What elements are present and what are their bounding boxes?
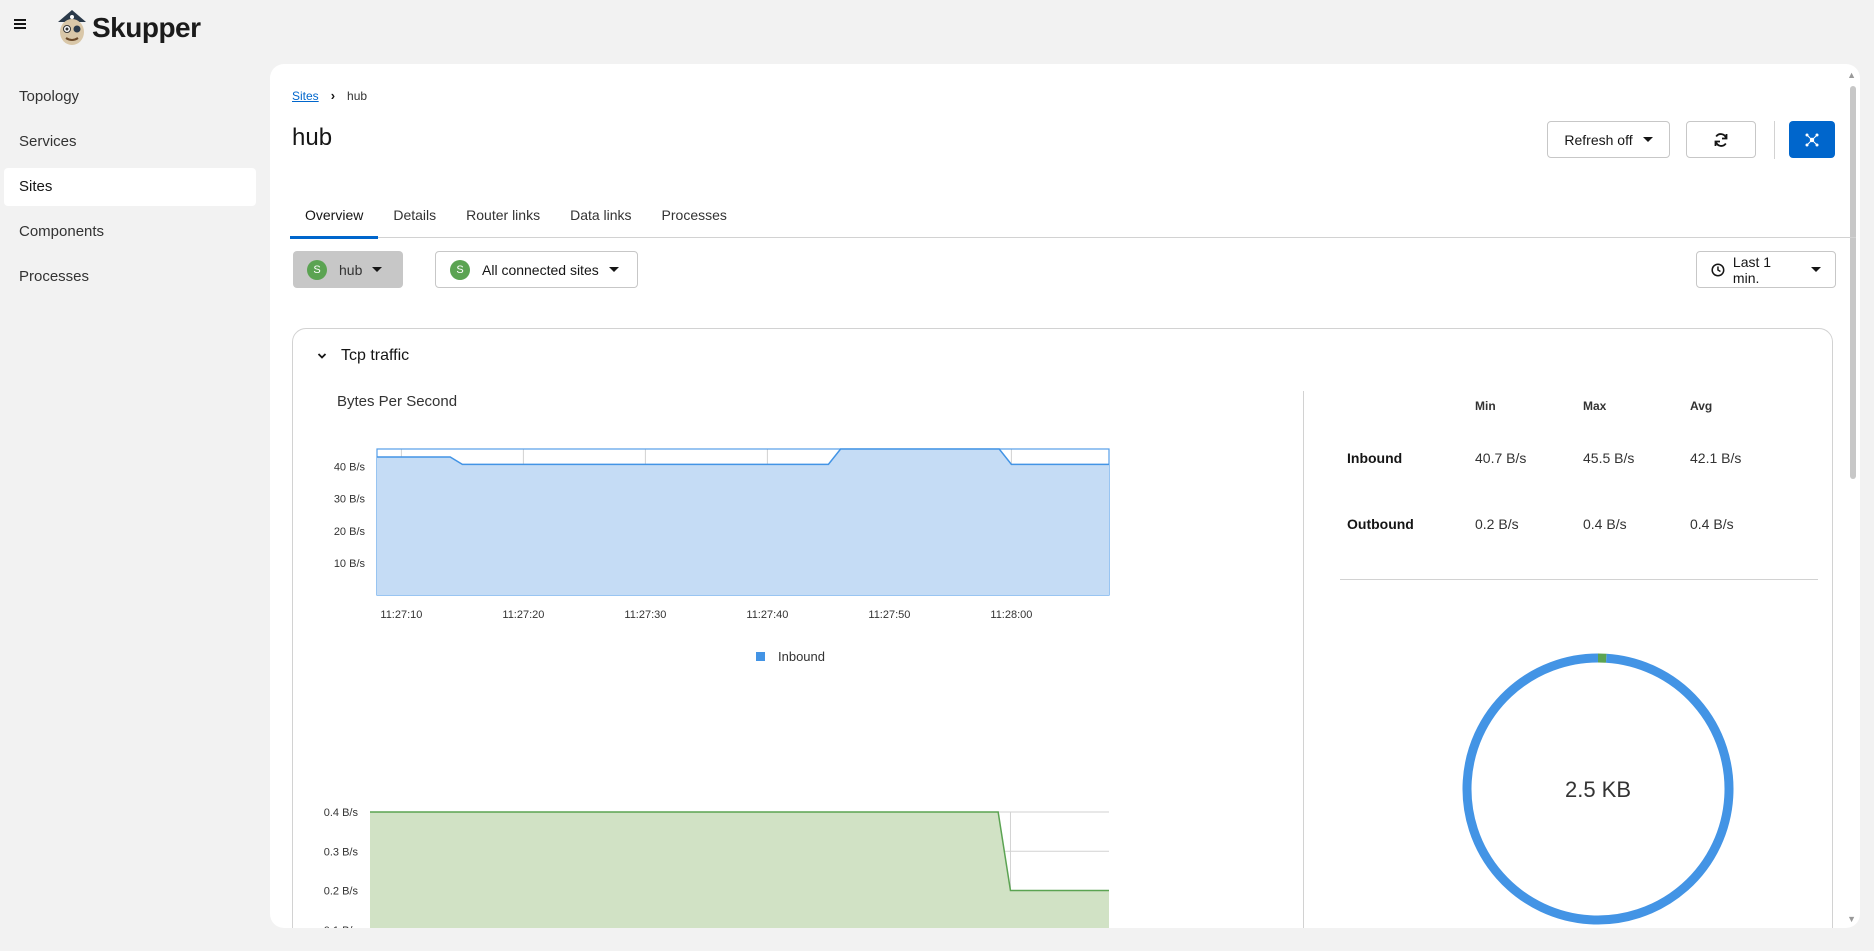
breadcrumb-current: hub xyxy=(347,88,368,103)
time-range-label: Last 1 min. xyxy=(1732,253,1772,286)
outbound-area xyxy=(370,812,1109,928)
sidebar-item-components[interactable]: Components xyxy=(4,213,256,251)
y-tick-label: 20 B/s xyxy=(334,526,366,538)
tab-details[interactable]: Details xyxy=(378,196,451,238)
inbound-area-chart: 10 B/s 20 B/s 30 B/s 40 B/s 11:27:10 11:27:2… xyxy=(334,448,1110,664)
chart-legend: Inbound xyxy=(756,649,825,664)
caret-down-icon xyxy=(608,267,619,272)
stats-row-label-outbound: Outbound xyxy=(1347,516,1414,532)
stats-header-min: Min xyxy=(1475,399,1496,413)
tab-data-links[interactable]: Data links xyxy=(555,196,646,238)
scrollbar-thumb[interactable] xyxy=(1850,86,1856,479)
refresh-interval-dropdown[interactable]: Refresh off xyxy=(1547,121,1670,158)
card-title: Tcp traffic xyxy=(341,347,410,364)
caret-down-icon xyxy=(1811,267,1821,272)
skupper-mascot-icon xyxy=(58,10,86,45)
clock-icon xyxy=(1711,262,1725,277)
y-tick-label: 0.2 B/s xyxy=(324,886,359,898)
sync-icon xyxy=(1714,132,1728,147)
tab-overview[interactable]: Overview xyxy=(290,196,379,239)
breadcrumb: Sites › hub xyxy=(292,88,367,103)
masthead: Skupper xyxy=(0,0,1874,58)
time-range-select[interactable]: Last 1 min. xyxy=(1696,251,1836,288)
stats-header-max: Max xyxy=(1583,399,1607,413)
x-tick-label: 11:28:00 xyxy=(990,609,1032,621)
page-title: hub xyxy=(292,124,333,151)
x-tick-label: 11:27:10 xyxy=(380,609,422,621)
y-tick-label: 0.3 B/s xyxy=(324,846,359,858)
card-toggle[interactable]: Tcp traffic xyxy=(317,347,409,365)
legend-swatch-inbound xyxy=(756,652,765,661)
tab-bar: Overview Details Router links Data links… xyxy=(290,196,1856,239)
refresh-interval-label: Refresh off xyxy=(1564,131,1633,148)
stats-cell-outbound-min: 0.2 B/s xyxy=(1475,516,1519,532)
card-divider xyxy=(1303,391,1304,928)
x-tick-label: 11:27:30 xyxy=(624,609,666,621)
stats-cell-inbound-max: 45.5 B/s xyxy=(1583,450,1635,466)
chart-title: Bytes Per Second xyxy=(337,393,458,410)
vertical-scrollbar[interactable]: ▲ ▼ xyxy=(1844,64,1860,928)
caret-down-icon xyxy=(372,267,383,272)
sidebar-item-topology[interactable]: Topology xyxy=(4,78,256,116)
stats-cell-outbound-max: 0.4 B/s xyxy=(1583,516,1627,532)
stats-header-avg: Avg xyxy=(1690,399,1713,413)
topology-view-button[interactable] xyxy=(1789,121,1835,158)
y-tick-label: 40 B/s xyxy=(334,462,366,474)
target-site-label: All connected sites xyxy=(482,261,599,278)
toolbar-divider xyxy=(1774,121,1775,159)
stats-row-label-inbound: Inbound xyxy=(1347,450,1403,466)
y-tick-label: 0.4 B/s xyxy=(324,807,359,819)
stats-cell-inbound-avg: 42.1 B/s xyxy=(1690,450,1742,466)
source-site-select[interactable]: S hub xyxy=(293,251,403,288)
site-badge: S xyxy=(307,259,327,280)
site-badge: S xyxy=(450,259,470,280)
legend-label-inbound: Inbound xyxy=(778,649,825,664)
y-tick-label: 0.1 B/s xyxy=(324,925,359,928)
main-content: ▲ ▼ Sites › hub hub Refresh off Overview… xyxy=(270,64,1860,928)
refresh-button[interactable] xyxy=(1686,121,1756,158)
caret-down-icon xyxy=(1642,137,1653,142)
target-site-select[interactable]: S All connected sites xyxy=(435,251,638,288)
topology-icon xyxy=(1805,133,1819,146)
app-logo[interactable]: Skupper xyxy=(54,8,201,48)
stats-cell-inbound-min: 40.7 B/s xyxy=(1475,450,1527,466)
chevron-down-icon xyxy=(317,353,327,359)
donut-center-label: 2.5 KB xyxy=(1565,777,1631,802)
breadcrumb-link-sites[interactable]: Sites xyxy=(292,89,319,103)
x-tick-label: 11:27:40 xyxy=(746,609,788,621)
breadcrumb-separator-icon: › xyxy=(330,88,336,103)
scroll-up-icon[interactable]: ▲ xyxy=(1847,70,1856,80)
scroll-down-icon[interactable]: ▼ xyxy=(1847,914,1856,924)
sidebar-item-processes[interactable]: Processes xyxy=(4,258,256,296)
y-tick-label: 10 B/s xyxy=(334,558,366,570)
sidebar-item-services[interactable]: Services xyxy=(4,123,256,161)
sidebar-item-sites[interactable]: Sites xyxy=(4,168,256,206)
tab-processes[interactable]: Processes xyxy=(647,196,742,238)
tab-router-links[interactable]: Router links xyxy=(451,196,555,238)
x-tick-label: 11:27:50 xyxy=(868,609,910,621)
stats-cell-outbound-avg: 0.4 B/s xyxy=(1690,516,1734,532)
sidebar-nav: Topology Services Sites Components Proce… xyxy=(0,78,262,303)
traffic-donut-chart: 2.5 KB xyxy=(1462,653,1734,925)
x-tick-label: 11:27:20 xyxy=(502,609,544,621)
app-name: Skupper xyxy=(92,12,201,43)
tcp-traffic-card: Tcp traffic Bytes Per Second 10 B/s 20 B/… xyxy=(292,328,1833,928)
y-tick-label: 30 B/s xyxy=(334,494,366,506)
stats-divider xyxy=(1340,579,1818,580)
source-site-label: hub xyxy=(339,261,363,278)
inbound-area xyxy=(377,449,1109,595)
menu-toggle-icon[interactable] xyxy=(14,17,30,33)
outbound-area-chart: 0.1 B/s 0.2 B/s 0.3 B/s 0.4 B/s xyxy=(324,807,1109,928)
